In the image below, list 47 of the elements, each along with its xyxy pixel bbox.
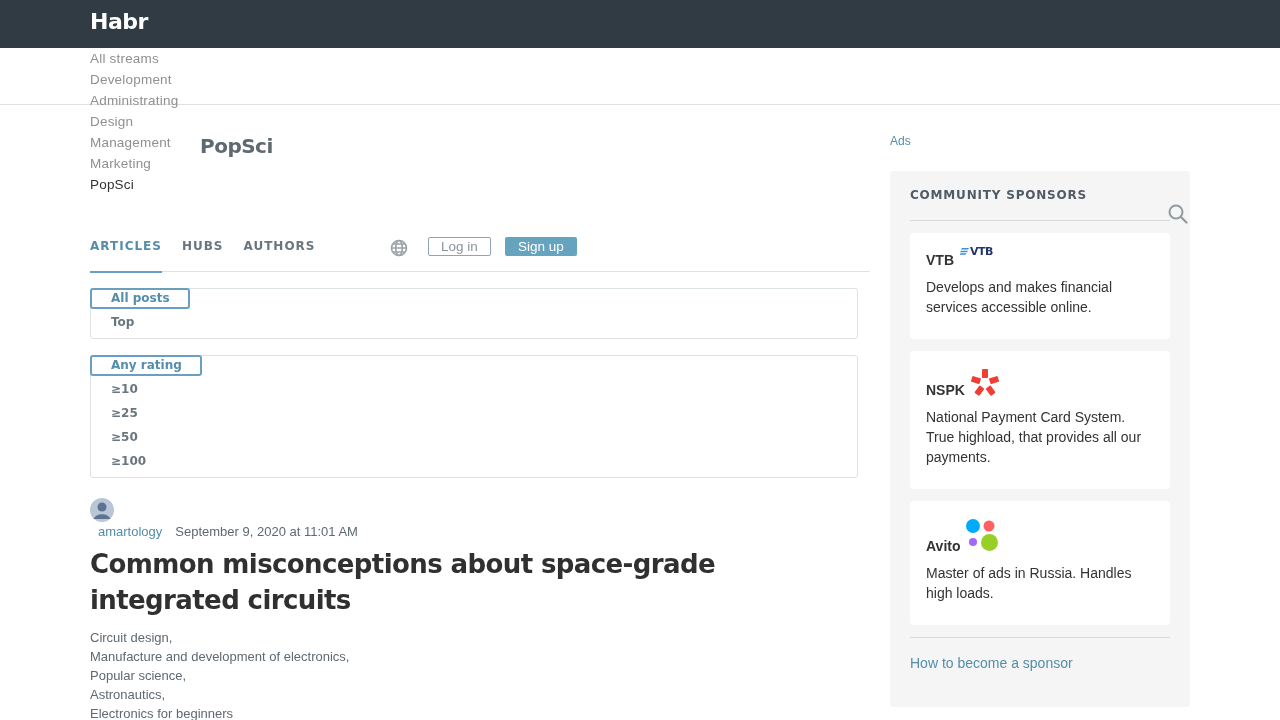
- sponsor-card[interactable]: Avito Master of ads in Russia. Handles high loads.: [910, 501, 1170, 625]
- hub-link[interactable]: Electronics for beginners: [90, 704, 234, 720]
- filter-option[interactable]: ≥50: [90, 427, 158, 448]
- star-logo-icon: [970, 369, 999, 397]
- author-link[interactable]: amartology: [98, 523, 163, 541]
- search-icon[interactable]: [1168, 204, 1188, 224]
- sponsor-description: National Payment Card System. True highload, that provides all our payments.: [926, 408, 1143, 467]
- filter-option[interactable]: Any rating: [90, 355, 202, 376]
- sponsor-name: VTB: [926, 251, 954, 269]
- page-title: PopSci: [200, 133, 273, 160]
- sponsor-card[interactable]: NSPK National Payment Card System. True highload, that provides all our payments.: [910, 351, 1170, 489]
- stream-link[interactable]: Administrating: [90, 90, 179, 111]
- tab[interactable]: AUTHORS: [243, 236, 316, 271]
- filter-option[interactable]: ≥100: [90, 451, 167, 472]
- site-logo[interactable]: Habr: [90, 8, 148, 34]
- hub-link[interactable]: Manufacture and development of electronics,: [90, 647, 350, 666]
- avatar-icon[interactable]: [90, 498, 114, 522]
- post-date: September 9, 2020 at 11:01 AM: [175, 523, 358, 541]
- filter-option[interactable]: Top: [90, 312, 155, 333]
- filter-option[interactable]: ≥25: [90, 403, 158, 424]
- tab[interactable]: HUBS: [181, 236, 224, 271]
- stream-link[interactable]: Marketing: [90, 153, 179, 174]
- panel-title: COMMUNITY SPONSORS: [910, 187, 1170, 221]
- filter-option[interactable]: ≥10: [90, 379, 158, 400]
- filter-option[interactable]: All posts: [90, 288, 190, 309]
- hub-link[interactable]: Popular science,: [90, 666, 187, 685]
- post-title[interactable]: Common misconceptions about space-grade integrated circuits: [90, 546, 850, 618]
- sponsor-description: Master of ads in Russia. Handles high loads.: [926, 564, 1133, 603]
- sponsor-link[interactable]: How to become a sponsor: [910, 655, 1073, 671]
- login-button[interactable]: Log in: [428, 237, 491, 256]
- hub-link[interactable]: Astronautics,: [90, 685, 166, 704]
- stream-link[interactable]: PopSci: [90, 174, 179, 195]
- sponsor-card[interactable]: VTB VTB Develops and makes financial services accessible online.: [910, 233, 1170, 339]
- ads-link[interactable]: Ads: [890, 133, 1190, 149]
- sponsor-description: Develops and makes financial services accessible online.: [926, 278, 1113, 317]
- stream-link[interactable]: Management: [90, 132, 179, 153]
- tab[interactable]: ARTICLES: [90, 236, 162, 273]
- stream-link[interactable]: All streams: [90, 48, 179, 69]
- dots-logo-icon: [966, 519, 1001, 553]
- signup-button[interactable]: Sign up: [505, 237, 577, 256]
- stream-link[interactable]: Design: [90, 111, 179, 132]
- sponsor-name: NSPK: [926, 381, 965, 399]
- hub-link[interactable]: Circuit design,: [90, 628, 173, 647]
- stream-link[interactable]: Development: [90, 69, 179, 90]
- sponsor-name: Avito: [926, 537, 961, 555]
- vtb-logo: VTB: [960, 245, 993, 258]
- globe-icon[interactable]: [390, 239, 408, 257]
